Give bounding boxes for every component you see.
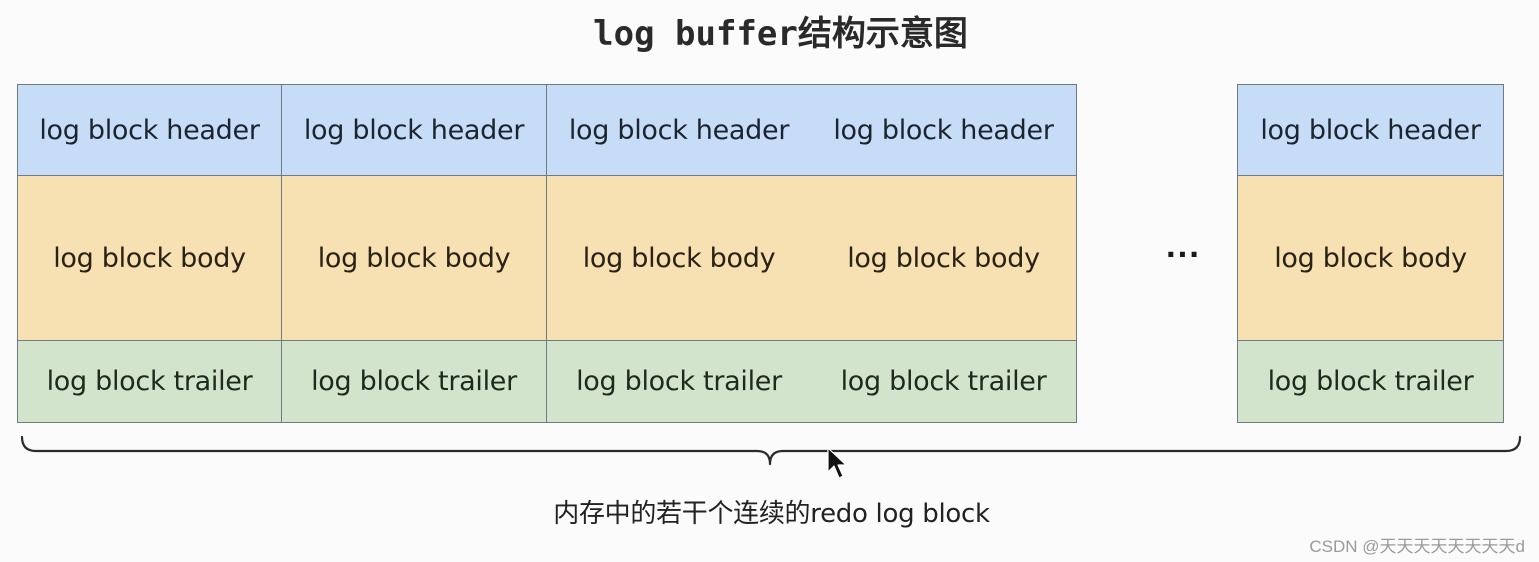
mouse-pointer-icon	[827, 447, 847, 479]
caption: 内存中的若干个连续的redo log block	[553, 499, 990, 529]
watermark: CSDN @天天天天天天天天d	[1309, 537, 1525, 556]
curly-brace-icon	[20, 435, 1522, 466]
